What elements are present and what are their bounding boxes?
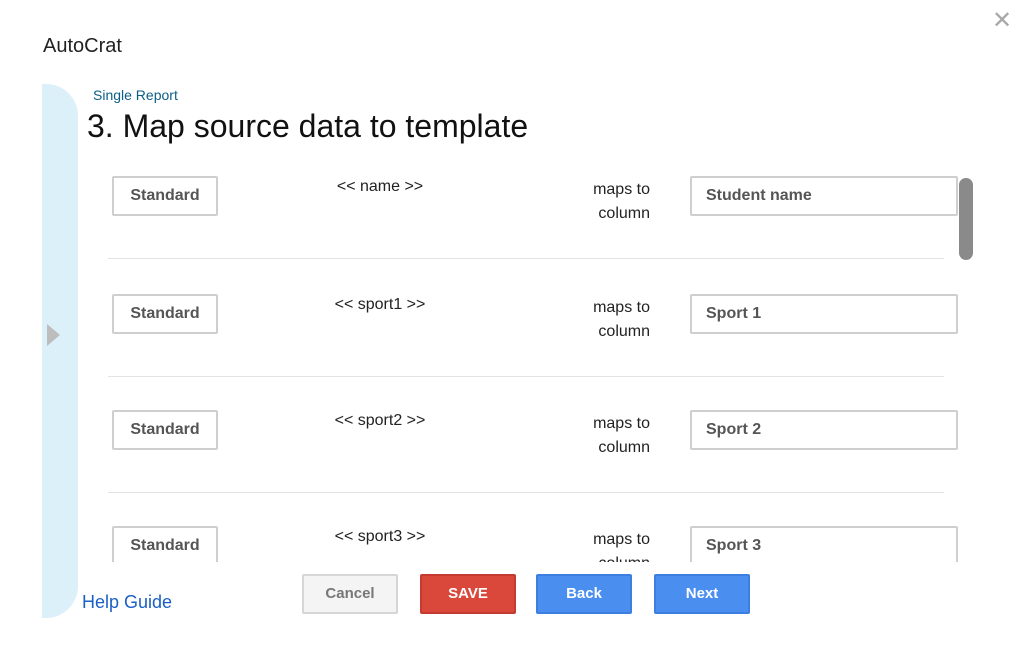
- mapping-type-button[interactable]: Standard: [112, 526, 218, 562]
- expand-arrow-icon[interactable]: [47, 324, 60, 346]
- mapping-row: Standard << sport1 >> maps to column Spo…: [100, 280, 976, 396]
- row-divider: [108, 376, 944, 377]
- row-divider: [108, 492, 944, 493]
- mapping-row: Standard << sport3 >> maps to column Spo…: [100, 512, 976, 562]
- maps-to-label: maps to column: [593, 531, 650, 562]
- template-tag: << sport1 >>: [334, 296, 426, 313]
- column-select[interactable]: Sport 2: [690, 410, 958, 450]
- side-rail: [42, 84, 78, 618]
- page-title: 3. Map source data to template: [87, 108, 529, 144]
- mapping-list[interactable]: Standard << name >> maps to column Stude…: [100, 162, 976, 562]
- mapping-type-button[interactable]: Standard: [112, 410, 218, 450]
- next-button[interactable]: Next: [654, 574, 750, 614]
- close-icon[interactable]: ✕: [990, 8, 1014, 32]
- save-button[interactable]: SAVE: [420, 574, 516, 614]
- row-divider: [108, 258, 944, 259]
- mapping-row: Standard << name >> maps to column Stude…: [100, 162, 976, 278]
- column-select[interactable]: Student name: [690, 176, 958, 216]
- app-title: AutoCrat: [43, 35, 122, 57]
- cancel-button[interactable]: Cancel: [302, 574, 398, 614]
- mapping-row: Standard << sport2 >> maps to column Spo…: [100, 396, 976, 512]
- maps-to-label: maps to column: [593, 299, 650, 340]
- column-select[interactable]: Sport 1: [690, 294, 958, 334]
- column-select[interactable]: Sport 3: [690, 526, 958, 562]
- mapping-type-button[interactable]: Standard: [112, 176, 218, 216]
- maps-to-label: maps to column: [593, 181, 650, 222]
- report-type-subtitle: Single Report: [93, 87, 178, 103]
- help-guide-link[interactable]: Help Guide: [82, 592, 172, 613]
- scrollbar-thumb[interactable]: [959, 178, 973, 260]
- mapping-type-button[interactable]: Standard: [112, 294, 218, 334]
- maps-to-label: maps to column: [593, 415, 650, 456]
- back-button[interactable]: Back: [536, 574, 632, 614]
- template-tag: << sport2 >>: [334, 412, 426, 429]
- template-tag: << sport3 >>: [334, 528, 426, 545]
- template-tag: << name >>: [336, 178, 424, 195]
